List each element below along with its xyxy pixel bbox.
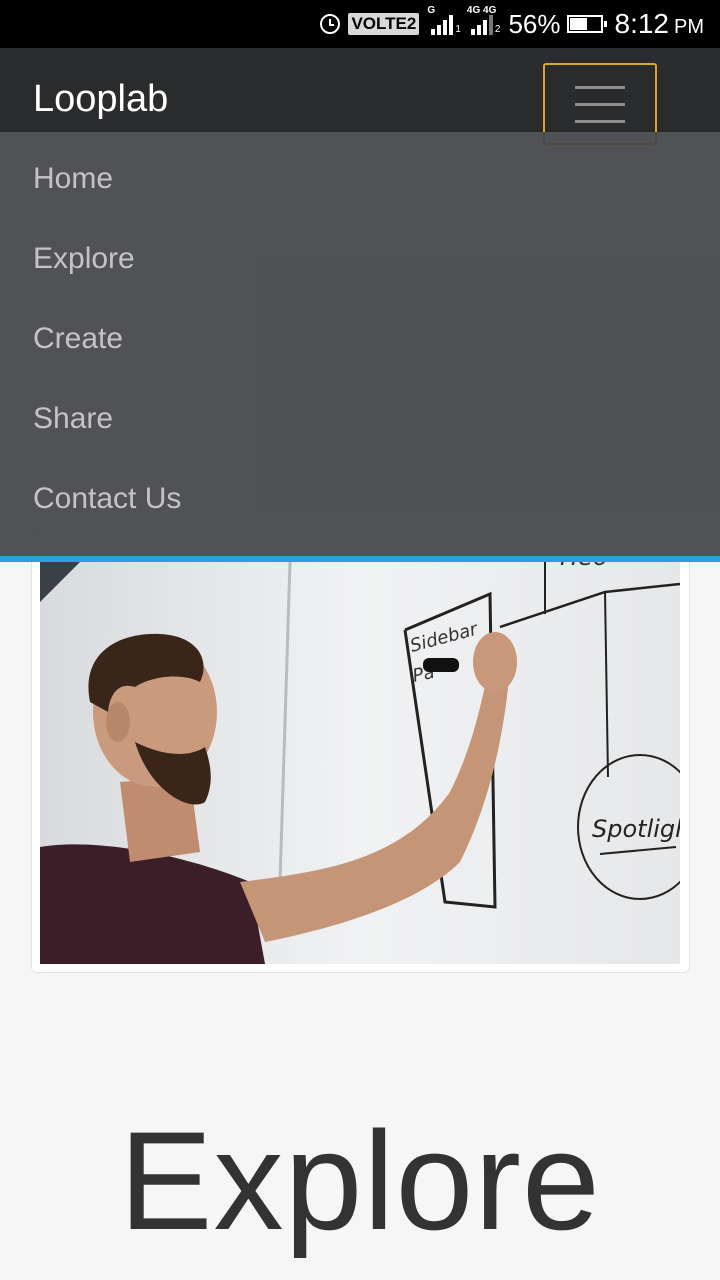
navbar: Looplab <box>0 48 720 145</box>
alarm-icon <box>320 14 341 34</box>
whiteboard-text-heo: Heo <box>560 562 608 571</box>
menu-item-create[interactable]: Create <box>33 322 123 356</box>
explore-heading: Explore <box>119 1102 601 1259</box>
menu-item-share[interactable]: Share <box>33 402 113 436</box>
menu-item-explore[interactable]: Explore <box>33 242 135 276</box>
battery-icon <box>566 15 607 33</box>
nav-dropdown-menu: Home Explore Create Share Contact Us <box>0 132 720 560</box>
menu-bottom-accent-line <box>0 556 720 562</box>
clock-ampm: PM <box>674 15 704 38</box>
signal-sim2-icon: 4G 4G 2 <box>466 5 501 35</box>
hero-image: Heo Sidebar Pa Spotlight <box>40 562 680 964</box>
clock: 8:12 <box>614 8 670 39</box>
signal-sim1-icon: G 1 <box>427 5 461 35</box>
menu-item-contact-us[interactable]: Contact Us <box>33 482 181 516</box>
hamburger-icon <box>575 85 625 89</box>
brand-logo[interactable]: Looplab <box>33 78 168 121</box>
menu-item-home[interactable]: Home <box>33 162 113 196</box>
status-bar: VOLTE2 G 1 4G 4G 2 56% 8:12 PM <box>0 0 720 48</box>
battery-percent: 56% <box>508 8 561 39</box>
volte-badge: VOLTE2 <box>348 13 420 35</box>
whiteboard-text-spotlight: Spotlight <box>592 815 680 843</box>
